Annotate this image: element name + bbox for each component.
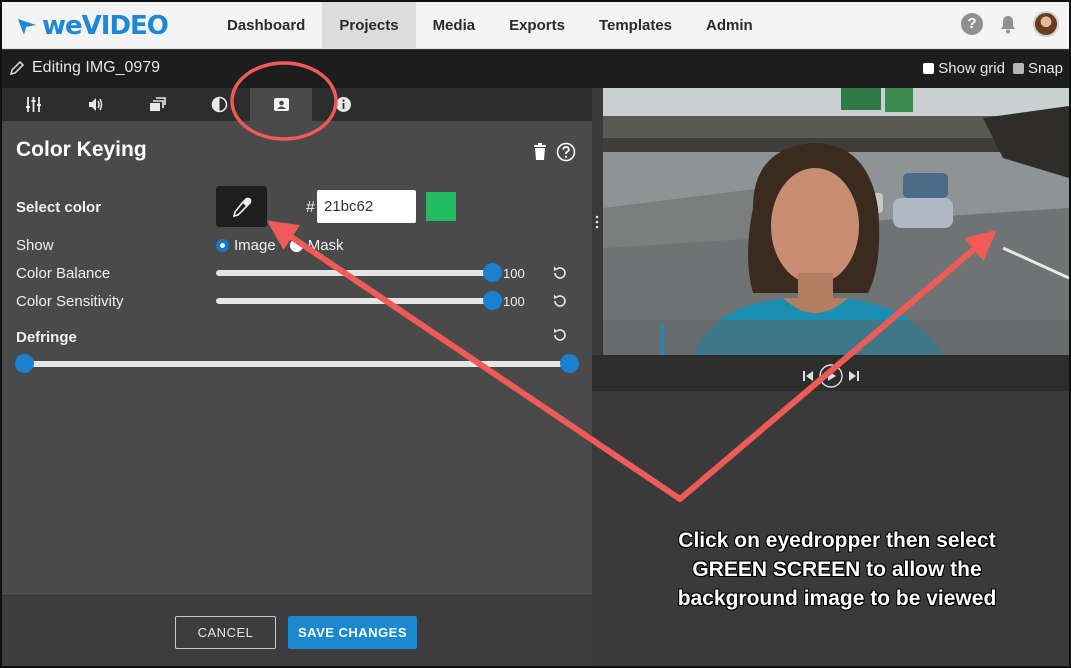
- cancel-button[interactable]: CANCEL: [175, 616, 276, 649]
- caption-line-1: Click on eyedropper then select: [678, 529, 996, 552]
- color-sensitivity-value: 100: [503, 294, 525, 309]
- top-nav-bar: weVIDEO Dashboard Projects Media Exports…: [2, 2, 1069, 49]
- defringe-label: Defringe: [16, 329, 77, 346]
- tab-info[interactable]: [312, 88, 374, 121]
- reset-icon[interactable]: [552, 327, 568, 343]
- checkbox-box: [1012, 63, 1024, 74]
- logo-mark-icon: [18, 19, 36, 35]
- color-swatch[interactable]: [426, 192, 456, 221]
- color-balance-slider[interactable]: [216, 263, 502, 282]
- color-sensitivity-thumb[interactable]: [482, 291, 502, 310]
- tab-adjustments[interactable]: [2, 88, 64, 121]
- show-image-radio[interactable]: Image: [216, 237, 276, 254]
- top-right-icons: ?: [961, 11, 1059, 37]
- defringe-low-thumb[interactable]: [14, 354, 34, 373]
- panel-footer: CANCEL SAVE CHANGES: [2, 595, 592, 666]
- show-label: Show: [16, 237, 54, 254]
- snap-label: Snap: [1027, 60, 1063, 77]
- editing-title-text: Editing IMG_0979: [32, 59, 161, 76]
- panel-tools: [530, 142, 576, 162]
- image-option-label: Image: [234, 237, 276, 254]
- show-mask-radio[interactable]: Mask: [289, 237, 344, 254]
- reset-icon[interactable]: [552, 293, 568, 309]
- mask-option-label: Mask: [307, 237, 344, 254]
- color-balance-label: Color Balance: [16, 265, 111, 282]
- logo-text: weVIDEO: [42, 11, 169, 41]
- show-grid-label: Show grid: [938, 60, 1005, 77]
- tab-layers[interactable]: [126, 88, 188, 121]
- reset-icon[interactable]: [552, 265, 568, 281]
- layers-icon: [149, 97, 166, 111]
- video-frame-image: [603, 88, 1069, 355]
- caption-line-3: background image to be viewed: [677, 587, 997, 610]
- user-avatar[interactable]: [1033, 11, 1059, 37]
- editing-title: Editing IMG_0979: [8, 59, 160, 77]
- radio-dot: [289, 239, 303, 252]
- playback-buttons: [802, 363, 860, 389]
- eyedropper-icon: [232, 197, 251, 217]
- checkbox-box: [923, 63, 935, 74]
- hash-label: #: [306, 199, 315, 216]
- defringe-high-thumb[interactable]: [559, 354, 579, 373]
- show-grid-checkbox[interactable]: Show grid: [923, 60, 1005, 77]
- grid-options: Show grid Snap: [923, 60, 1063, 77]
- playback-controls: [592, 355, 1069, 391]
- sliders-icon: [25, 97, 41, 112]
- color-balance-thumb[interactable]: [482, 263, 502, 282]
- snap-checkbox[interactable]: Snap: [1012, 60, 1063, 77]
- editing-bar: Editing IMG_0979 Show grid Snap: [2, 50, 1069, 88]
- eyedropper-button[interactable]: [216, 186, 267, 227]
- nav-dashboard[interactable]: Dashboard: [210, 2, 322, 49]
- save-changes-button[interactable]: SAVE CHANGES: [288, 616, 417, 649]
- nav-templates[interactable]: Templates: [582, 2, 689, 49]
- wevideo-logo[interactable]: weVIDEO: [16, 11, 169, 41]
- info-icon: [335, 97, 351, 112]
- color-balance-value: 100: [503, 266, 525, 281]
- color-sensitivity-label: Color Sensitivity: [16, 293, 124, 310]
- annotation-caption: Click on eyedropper then select GREEN SC…: [637, 526, 1037, 613]
- contrast-icon: [211, 96, 227, 113]
- tab-color-keying[interactable]: [250, 88, 312, 121]
- nav-projects[interactable]: Projects: [322, 2, 416, 49]
- select-color-label: Select color: [16, 199, 102, 216]
- main-nav: Dashboard Projects Media Exports Templat…: [210, 2, 770, 49]
- tab-audio[interactable]: [64, 88, 126, 121]
- hex-color-input[interactable]: [317, 190, 416, 223]
- radio-dot-selected: [216, 239, 229, 252]
- show-radio-group: Image Mask: [216, 237, 344, 254]
- pencil-icon: [9, 60, 25, 76]
- skip-forward-icon[interactable]: [848, 370, 860, 382]
- caption-line-2: GREEN SCREEN to allow the: [692, 558, 982, 581]
- volume-icon: [88, 98, 102, 111]
- bell-icon[interactable]: [997, 13, 1019, 35]
- tab-color[interactable]: [188, 88, 250, 121]
- panel-title: Color Keying: [16, 138, 147, 161]
- nav-admin[interactable]: Admin: [689, 2, 770, 49]
- help-icon[interactable]: ?: [961, 13, 983, 35]
- app-window: weVIDEO Dashboard Projects Media Exports…: [0, 0, 1071, 668]
- play-icon[interactable]: [818, 363, 844, 389]
- defringe-range-slider[interactable]: [14, 354, 579, 373]
- skip-back-icon[interactable]: [802, 370, 814, 382]
- trash-icon[interactable]: [530, 142, 550, 162]
- panel-resize-handle[interactable]: [595, 214, 599, 230]
- preview-area: Click on eyedropper then select GREEN SC…: [592, 88, 1069, 666]
- clip-properties-panel: Color Keying Select color # Show: [2, 88, 592, 666]
- portrait-icon: [273, 98, 289, 111]
- color-sensitivity-slider[interactable]: [216, 291, 502, 310]
- help-circle-icon[interactable]: [556, 142, 576, 162]
- nav-media[interactable]: Media: [416, 2, 493, 49]
- nav-exports[interactable]: Exports: [492, 2, 582, 49]
- video-preview[interactable]: [603, 88, 1069, 355]
- property-tabs: [2, 88, 592, 121]
